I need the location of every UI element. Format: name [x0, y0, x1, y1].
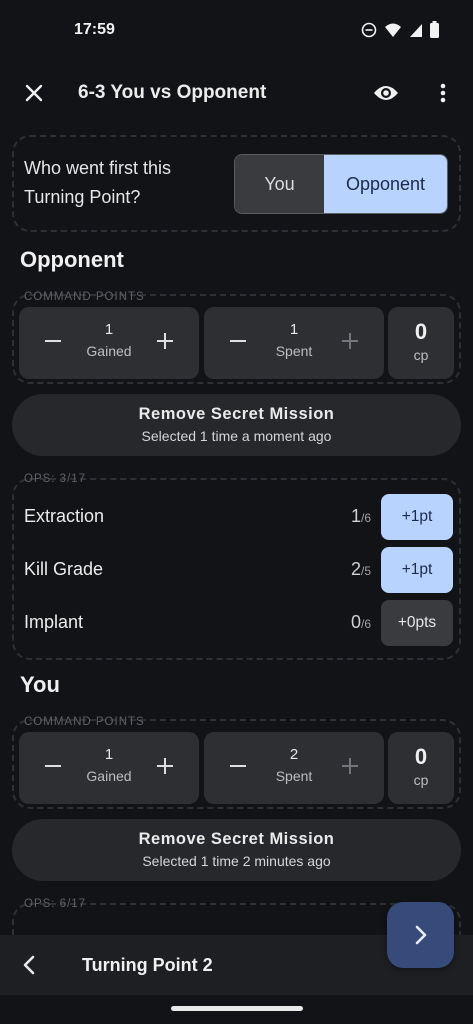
opponent-section-title: Opponent — [20, 247, 124, 272]
op-count-value: 1 — [350, 506, 361, 526]
toggle-option-opponent[interactable]: Opponent — [324, 155, 447, 213]
close-icon — [25, 84, 43, 102]
op-name: Extraction — [24, 506, 105, 526]
opponent-cp-total-unit: cp — [413, 347, 429, 363]
previous-turning-point-button[interactable] — [16, 952, 42, 978]
opponent-spent-stepper: 1 Spent — [204, 307, 384, 379]
opponent-cp-total-value: 0 — [414, 319, 428, 344]
you-ops-label: OPS: 6/17 — [24, 898, 87, 910]
you-section-title: You — [20, 672, 60, 697]
opponent-gained-increment-button[interactable] — [153, 329, 177, 353]
opponent-gained-stepper: 1 Gained — [19, 307, 199, 379]
more-menu-button[interactable] — [432, 79, 454, 107]
status-time: 17:59 — [74, 21, 115, 38]
op-name: Implant — [24, 612, 84, 632]
opponent-cp-total: 0 cp — [388, 307, 454, 379]
you-gained-stepper: 1 Gained — [19, 732, 199, 804]
you-cp-total: 0 cp — [388, 732, 454, 804]
toggle-option-you[interactable]: You — [235, 155, 324, 213]
op-row: Extraction 1/6 +1pt — [12, 492, 461, 542]
plus-icon — [157, 758, 173, 774]
first-player-toggle[interactable]: You Opponent — [234, 154, 448, 214]
first-player-question: Who went first this Turning Point? — [24, 158, 172, 207]
op-count: 1/6 — [351, 506, 371, 527]
op-score-button[interactable]: +0pts — [381, 600, 453, 646]
op-count-max: /6 — [360, 617, 371, 631]
next-turning-point-button[interactable] — [387, 902, 454, 968]
opponent-spent-increment-button[interactable] — [338, 329, 362, 353]
op-count-value: 2 — [350, 559, 361, 579]
op-score-button[interactable]: +1pt — [381, 494, 453, 540]
op-row: Kill Grade 2/5 +1pt — [12, 545, 461, 595]
chevron-left-icon — [23, 955, 35, 975]
home-gesture-handle[interactable] — [171, 1006, 303, 1011]
op-name: Kill Grade — [24, 559, 104, 579]
wifi-icon — [385, 23, 401, 37]
status-icons — [361, 21, 439, 38]
eye-icon — [374, 86, 398, 100]
opponent-remove-secret-mission-button[interactable]: Remove Secret Mission Selected 1 time a … — [12, 394, 461, 456]
opponent-mission-title: Remove Secret Mission — [138, 405, 335, 423]
close-button[interactable] — [20, 79, 48, 107]
turning-point-title: Turning Point 2 — [82, 955, 213, 975]
you-gained-increment-button[interactable] — [153, 754, 177, 778]
opponent-ops-label: OPS: 3/17 — [24, 473, 87, 485]
you-spent-increment-button[interactable] — [338, 754, 362, 778]
plus-icon — [342, 333, 358, 349]
cell-signal-icon — [410, 23, 422, 37]
you-spent-stepper: 2 Spent — [204, 732, 384, 804]
visibility-button[interactable] — [370, 79, 402, 107]
op-row: Implant 0/6 +0pts — [12, 598, 461, 648]
battery-icon — [430, 21, 439, 38]
opponent-cp-label: COMMAND POINTS — [24, 291, 145, 303]
you-mission-title: Remove Secret Mission — [138, 830, 335, 848]
plus-icon — [157, 333, 173, 349]
status-bar: 17:59 — [0, 0, 473, 62]
you-cp-label: COMMAND POINTS — [24, 716, 145, 728]
opponent-mission-subtitle: Selected 1 time a moment ago — [141, 428, 332, 444]
op-count: 2/5 — [351, 559, 371, 580]
you-cp-total-unit: cp — [413, 772, 429, 788]
you-cp-total-value: 0 — [414, 744, 428, 769]
do-not-disturb-icon — [361, 22, 377, 37]
page-title: 6-3 You vs Opponent — [78, 82, 267, 103]
plus-icon — [342, 758, 358, 774]
op-count-value: 0 — [350, 612, 361, 632]
you-remove-secret-mission-button[interactable]: Remove Secret Mission Selected 1 time 2 … — [12, 819, 461, 881]
more-vertical-icon — [440, 83, 446, 103]
you-mission-subtitle: Selected 1 time 2 minutes ago — [142, 853, 331, 869]
op-count: 0/6 — [351, 612, 371, 633]
system-navigation-bar — [0, 995, 473, 1024]
chevron-right-icon — [415, 925, 426, 945]
op-count-max: /6 — [360, 511, 371, 525]
op-score-button[interactable]: +1pt — [381, 547, 453, 593]
app-bar: 6-3 You vs Opponent — [0, 62, 473, 124]
op-count-max: /5 — [360, 564, 371, 578]
